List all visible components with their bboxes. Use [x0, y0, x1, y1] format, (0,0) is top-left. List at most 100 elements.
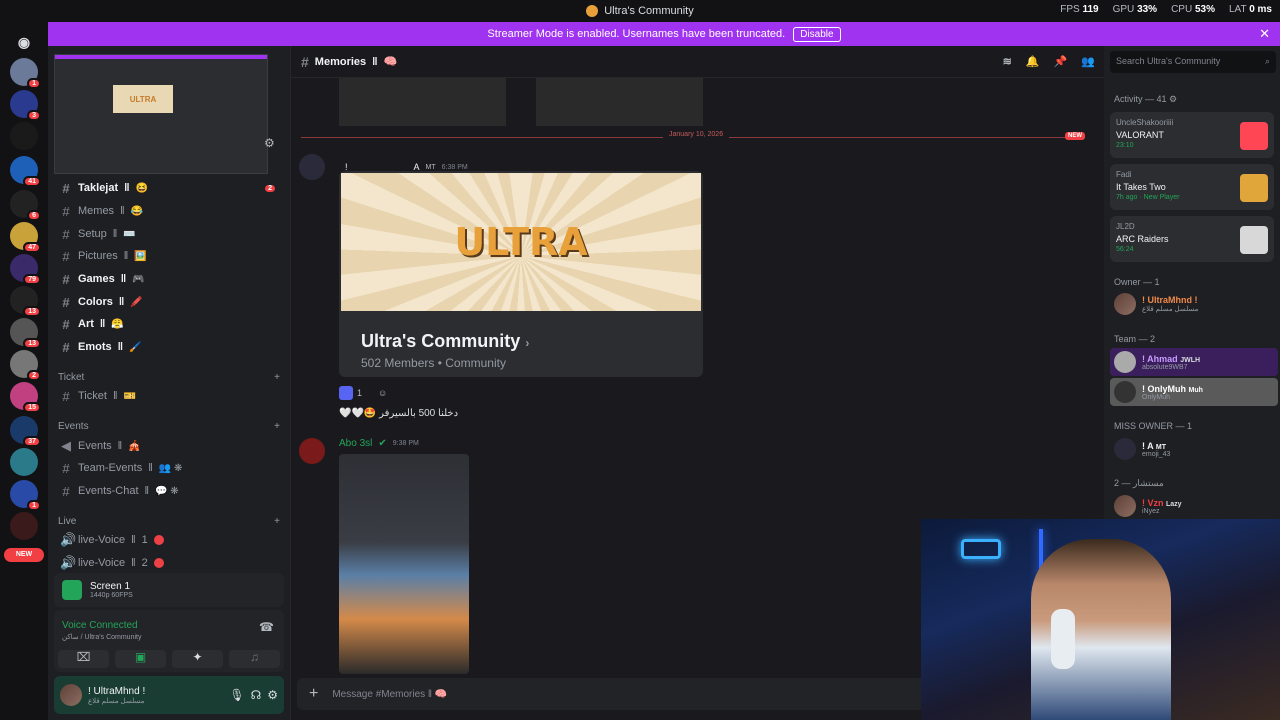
channel-events-chat[interactable]: # Events-Chat ‖ 💬 ❋ — [56, 481, 281, 501]
add-reaction-icon[interactable]: ☺ — [378, 388, 387, 398]
message-author[interactable]: Abo 3sl — [339, 438, 372, 449]
attachment-photo[interactable] — [339, 454, 469, 674]
camera-off-button[interactable]: ⌧ — [58, 650, 109, 668]
category-events[interactable]: Events + — [58, 421, 280, 432]
server-item[interactable]: 37 — [10, 416, 41, 447]
channel-memes[interactable]: # Memes ‖ 😂 — [56, 201, 281, 221]
channel-num: 2 — [141, 557, 148, 569]
activity-title[interactable]: Activity — 41 ⚙ — [1114, 94, 1177, 105]
members-icon[interactable]: 👥 — [1081, 55, 1095, 68]
stream-preview[interactable]: ULTRA — [54, 54, 268, 174]
server-item[interactable]: 13 — [10, 286, 41, 317]
message-time: 9:38 PM — [392, 440, 419, 447]
plus-icon[interactable]: + — [274, 372, 280, 383]
attachment-image[interactable] — [339, 78, 506, 126]
member-name-row: ! Vzn Lazy — [1142, 498, 1182, 508]
avatar[interactable] — [299, 438, 325, 464]
message-text: 🤍🤍🤩 دخلنا 500 بالسيرفر — [339, 408, 459, 419]
channel-sep: ‖ — [120, 273, 127, 285]
channel-taklejat[interactable]: # Taklejat ‖ 😆 2 — [56, 178, 281, 198]
member-name-row: ! OnlyMuh Muh — [1142, 384, 1203, 394]
channel-live-voice-1[interactable]: 🔊 live-Voice ‖ 1 — [56, 530, 281, 550]
channel-setup[interactable]: # Setup ‖ ⌨️ — [56, 224, 281, 244]
server-item[interactable]: 15 — [10, 382, 41, 413]
message-input[interactable]: Message #Memories ‖ 🧠 — [332, 689, 447, 700]
server-item[interactable]: 47 — [10, 222, 41, 253]
settings-icon[interactable]: ⚙ — [267, 688, 278, 702]
server-banner: ULTRA — [341, 173, 701, 311]
server-item[interactable]: 2 — [10, 350, 41, 381]
channel-emots[interactable]: # Emots ‖ 🖌️ — [56, 337, 281, 357]
channel-ticket[interactable]: # Ticket ‖ 🎫 — [56, 386, 281, 406]
pin-icon[interactable]: 📌 — [1054, 55, 1068, 68]
headphones-icon[interactable]: ☊ — [251, 688, 262, 702]
previous-attachments[interactable] — [339, 78, 703, 126]
game-thumbnail — [1240, 122, 1268, 150]
channel-pictures[interactable]: # Pictures ‖ 🖼️ — [56, 246, 281, 266]
screen-share-button[interactable]: ▣ — [115, 650, 166, 668]
member-name: ! Vzn — [1142, 497, 1164, 508]
avatar[interactable] — [60, 684, 82, 706]
server-invite-card[interactable]: ULTRA Ultra's Community › 502 Members • … — [339, 171, 703, 377]
category-live[interactable]: Live + — [58, 516, 280, 527]
channel-games[interactable]: # Games ‖ 🎮 — [56, 269, 281, 289]
settings-icon[interactable]: ⚙ — [264, 136, 275, 150]
channel-label: live-Voice — [78, 557, 126, 569]
avatar — [1114, 438, 1136, 460]
channel-label: Team-Events — [78, 462, 143, 474]
member-item[interactable]: ! A MT emoji_43 — [1110, 435, 1278, 463]
disable-streamer-button[interactable]: Disable — [793, 26, 841, 42]
threads-icon[interactable]: ≋ — [1003, 55, 1012, 68]
server-item[interactable]: 79 — [10, 254, 41, 285]
member-status: absolute9WB7 — [1142, 363, 1188, 371]
server-item[interactable]: 41 — [10, 156, 41, 187]
channel-sep: ‖ — [120, 205, 125, 217]
role-header: مستشار — 2 — [1114, 478, 1164, 488]
member-item[interactable]: ! Ahmad JWLH absolute9WB7 — [1110, 348, 1278, 376]
member-item[interactable]: ! Vzn Lazy iNyez — [1110, 492, 1278, 520]
server-item[interactable] — [10, 512, 38, 540]
activities-button[interactable]: ✦ — [172, 650, 223, 668]
channel-colors[interactable]: # Colors ‖ 🖍️ — [56, 292, 281, 312]
reaction[interactable]: 1 ☺ — [339, 386, 387, 400]
mic-icon[interactable]: 🎙 — [229, 688, 244, 702]
hash-icon: # — [301, 53, 309, 70]
soundboard-button[interactable]: ♫ — [229, 650, 280, 668]
server-item[interactable] — [10, 122, 38, 150]
channel-live-voice-2[interactable]: 🔊 live-Voice ‖ 2 — [56, 553, 281, 573]
member-tag: Lazy — [1166, 500, 1182, 508]
server-meta: 502 Members • Community — [361, 356, 506, 370]
server-item[interactable]: 13 — [10, 318, 41, 349]
channel-label: Emots — [78, 341, 112, 353]
activity-card[interactable]: JL2D ARC Raiders 56:24 — [1110, 216, 1274, 262]
attachment-image[interactable] — [536, 78, 703, 126]
server-item[interactable]: 1 — [10, 58, 41, 89]
activity-card[interactable]: Fadi It Takes Two 7h ago · New Player — [1110, 164, 1274, 210]
channel-team-events[interactable]: # Team-Events ‖ 👥 ❋ — [56, 458, 281, 478]
server-badge: 79 — [23, 274, 41, 285]
member-item[interactable]: ! OnlyMuh Muh OnlyMuh — [1110, 378, 1278, 406]
live-dot-icon — [153, 535, 164, 545]
category-ticket[interactable]: Ticket + — [58, 372, 280, 383]
bell-icon[interactable]: 🔔 — [1026, 55, 1040, 68]
channel-art[interactable]: # Art ‖ 😤 — [56, 314, 281, 334]
server-item[interactable]: 6 — [10, 190, 41, 221]
avatar[interactable] — [299, 154, 325, 180]
activity-card[interactable]: UncleShakooriiii VALORANT 23:10 — [1110, 112, 1274, 158]
server-item[interactable]: 1 — [10, 480, 41, 511]
search-input[interactable]: Search Ultra's Community ⌕ — [1110, 51, 1276, 73]
close-icon[interactable]: ✕ — [1259, 26, 1270, 42]
server-item[interactable] — [10, 448, 38, 476]
screen-share-panel[interactable]: Screen 1 1440p 60FPS — [54, 573, 284, 607]
plus-icon[interactable]: + — [274, 421, 280, 432]
hash-icon: # — [62, 248, 70, 264]
channel-events[interactable]: ◀ Events ‖ 🎪 — [56, 436, 281, 456]
plus-icon[interactable]: + — [309, 685, 318, 703]
discord-icon[interactable]: ◉ — [10, 28, 38, 56]
server-item[interactable]: 3 — [10, 90, 41, 121]
user-panel[interactable]: ! UltraMhnd ! مسلسل مسلم قلاع 🎙 ☊ ⚙ — [54, 676, 284, 714]
disconnect-icon[interactable]: ☎ — [259, 620, 274, 634]
voice-location[interactable]: ساكن / Ultra's Community — [62, 633, 141, 641]
member-item[interactable]: ! UltraMhnd ! مسلسل مسلم قلاع — [1110, 290, 1278, 318]
plus-icon[interactable]: + — [274, 516, 280, 527]
